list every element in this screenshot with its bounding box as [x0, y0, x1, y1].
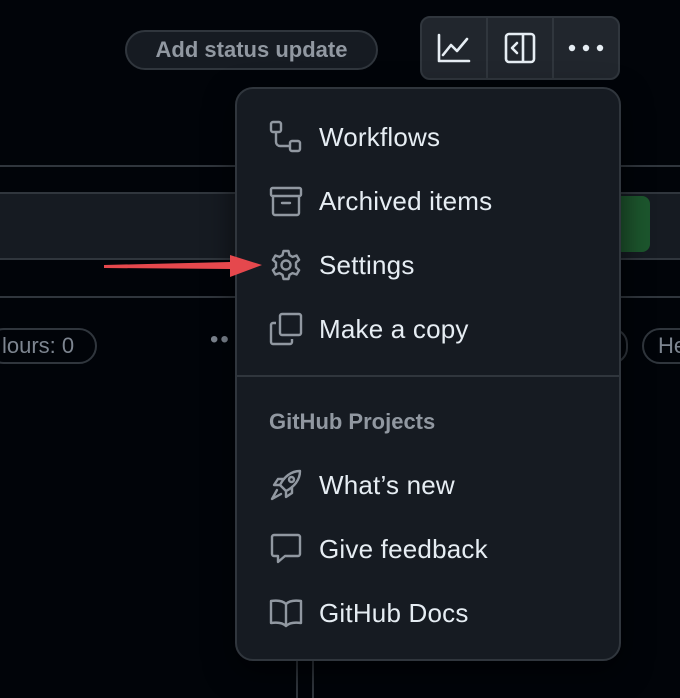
menu-item-settings[interactable]: Settings — [257, 241, 597, 289]
menu-item-archived-items[interactable]: Archived items — [257, 177, 597, 225]
sidebar-expand-icon — [504, 32, 536, 64]
gear-icon — [269, 248, 303, 282]
menu-item-github-docs[interactable]: GitHub Docs — [257, 589, 597, 637]
menu-divider — [237, 375, 619, 377]
column-hours-pill: lours: 0 — [0, 328, 97, 364]
comment-icon — [269, 532, 303, 566]
menu-item-label: GitHub Docs — [319, 597, 469, 628]
menu-item-label: Give feedback — [319, 533, 488, 564]
menu-item-give-feedback[interactable]: Give feedback — [257, 525, 597, 573]
more-options-button[interactable] — [554, 18, 618, 78]
project-board-view: e lours: 0 •• He Add status update — [0, 0, 680, 698]
book-icon — [269, 596, 303, 630]
toggle-side-panel-button[interactable] — [488, 18, 554, 78]
copy-icon — [269, 312, 303, 346]
menu-item-label: Workflows — [319, 121, 441, 152]
rocket-icon — [269, 468, 303, 502]
menu-item-whats-new[interactable]: What’s new — [257, 461, 597, 509]
menu-item-workflows[interactable]: Workflows — [257, 113, 597, 161]
menu-item-label: Settings — [319, 249, 415, 280]
menu-item-label: Archived items — [319, 185, 493, 216]
insights-button[interactable] — [422, 18, 488, 78]
workflow-icon — [269, 120, 303, 154]
menu-group-header: GitHub Projects — [269, 409, 436, 434]
column-menu-button[interactable]: •• — [210, 326, 231, 354]
project-options-menu: Workflows Archived items Settings Make a… — [235, 87, 621, 661]
project-toolbar-buttons — [420, 16, 620, 80]
menu-item-make-a-copy[interactable]: Make a copy — [257, 305, 597, 353]
graph-icon — [437, 33, 471, 63]
kebab-horizontal-icon — [568, 44, 604, 52]
add-status-update-button[interactable]: Add status update — [125, 30, 378, 70]
menu-item-label: What’s new — [319, 469, 455, 500]
menu-item-label: Make a copy — [319, 313, 469, 344]
annotation-arrow-icon — [104, 255, 262, 277]
column-hours-pill: He — [642, 328, 680, 364]
archive-icon — [269, 184, 303, 218]
